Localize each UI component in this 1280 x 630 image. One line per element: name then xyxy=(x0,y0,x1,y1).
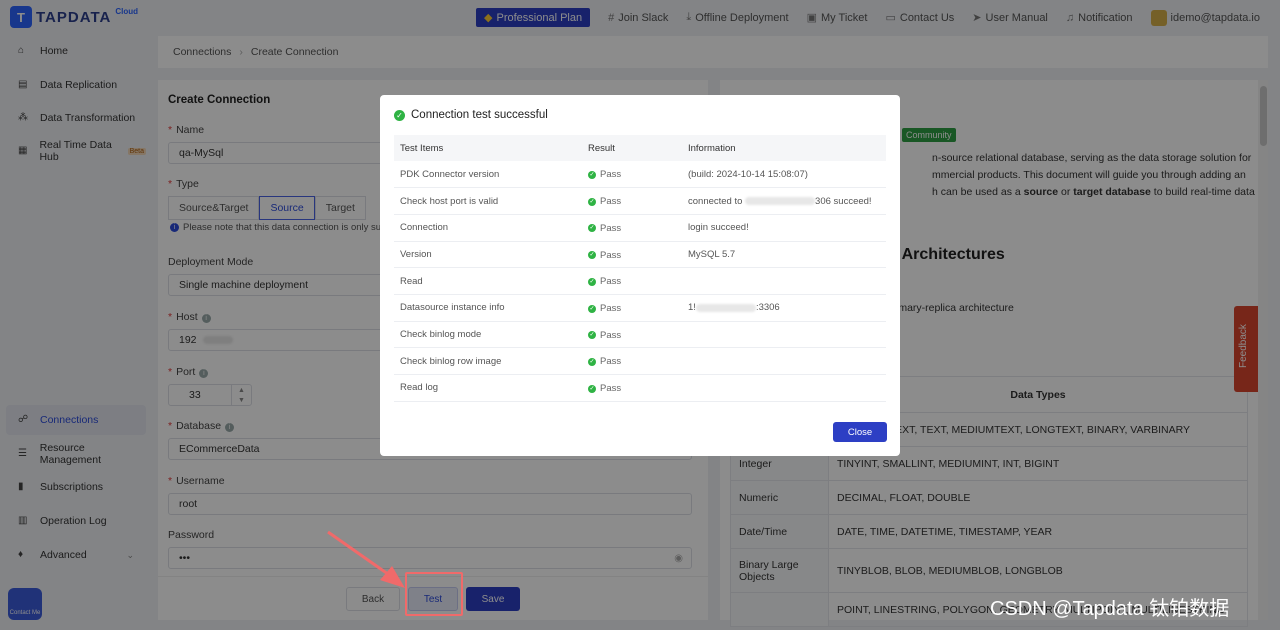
watermark: CSDN @Tapdata 钛铂数据 xyxy=(990,598,1230,620)
annotation-arrow-icon xyxy=(327,530,405,588)
